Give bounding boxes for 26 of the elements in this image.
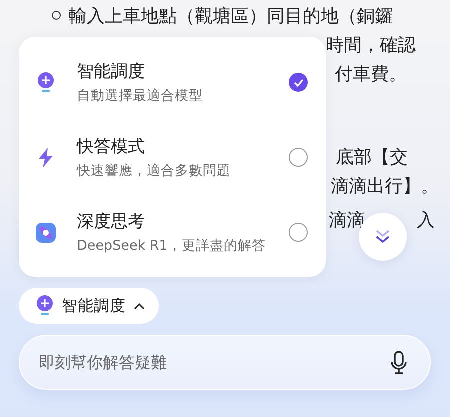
lightning-icon (38, 148, 54, 168)
lightbulb-icon (37, 72, 55, 94)
body-text: 輸入上車地點（觀塘區）同目的地（銅鑼 (69, 4, 393, 28)
radio-button[interactable] (289, 148, 308, 167)
model-selector[interactable]: 智能調度 (19, 288, 159, 324)
microphone-icon[interactable] (390, 350, 408, 374)
body-text: 付車費。 (335, 62, 407, 86)
radio-button[interactable] (289, 223, 308, 242)
model-description: DeepSeek R1，更詳盡的解答 (77, 237, 267, 255)
model-title[interactable]: 智能調度 (77, 60, 289, 83)
bullet-icon (52, 11, 61, 20)
input-bar[interactable]: 即刻幫你解答疑難 (19, 335, 431, 390)
model-title[interactable]: 快答模式 (77, 135, 289, 158)
body-text: 入 (417, 208, 435, 232)
swirl-icon (35, 222, 57, 244)
body-text: 時間，確認 (326, 34, 416, 56)
question-field[interactable]: 即刻幫你解答疑難 (37, 352, 390, 373)
model-title[interactable]: 深度思考 (77, 210, 289, 233)
model-description: 快速響應，適合多數問題 (77, 162, 232, 180)
model-description: 自動選擇最適合模型 (77, 87, 204, 105)
radio-button[interactable] (289, 73, 308, 92)
body-text: 滴滴出行】。 (331, 174, 439, 198)
double-chevron-icon (374, 228, 392, 246)
body-text: 底部【交 (336, 146, 408, 168)
check-icon (294, 78, 304, 86)
lightbulb-icon (36, 295, 54, 317)
